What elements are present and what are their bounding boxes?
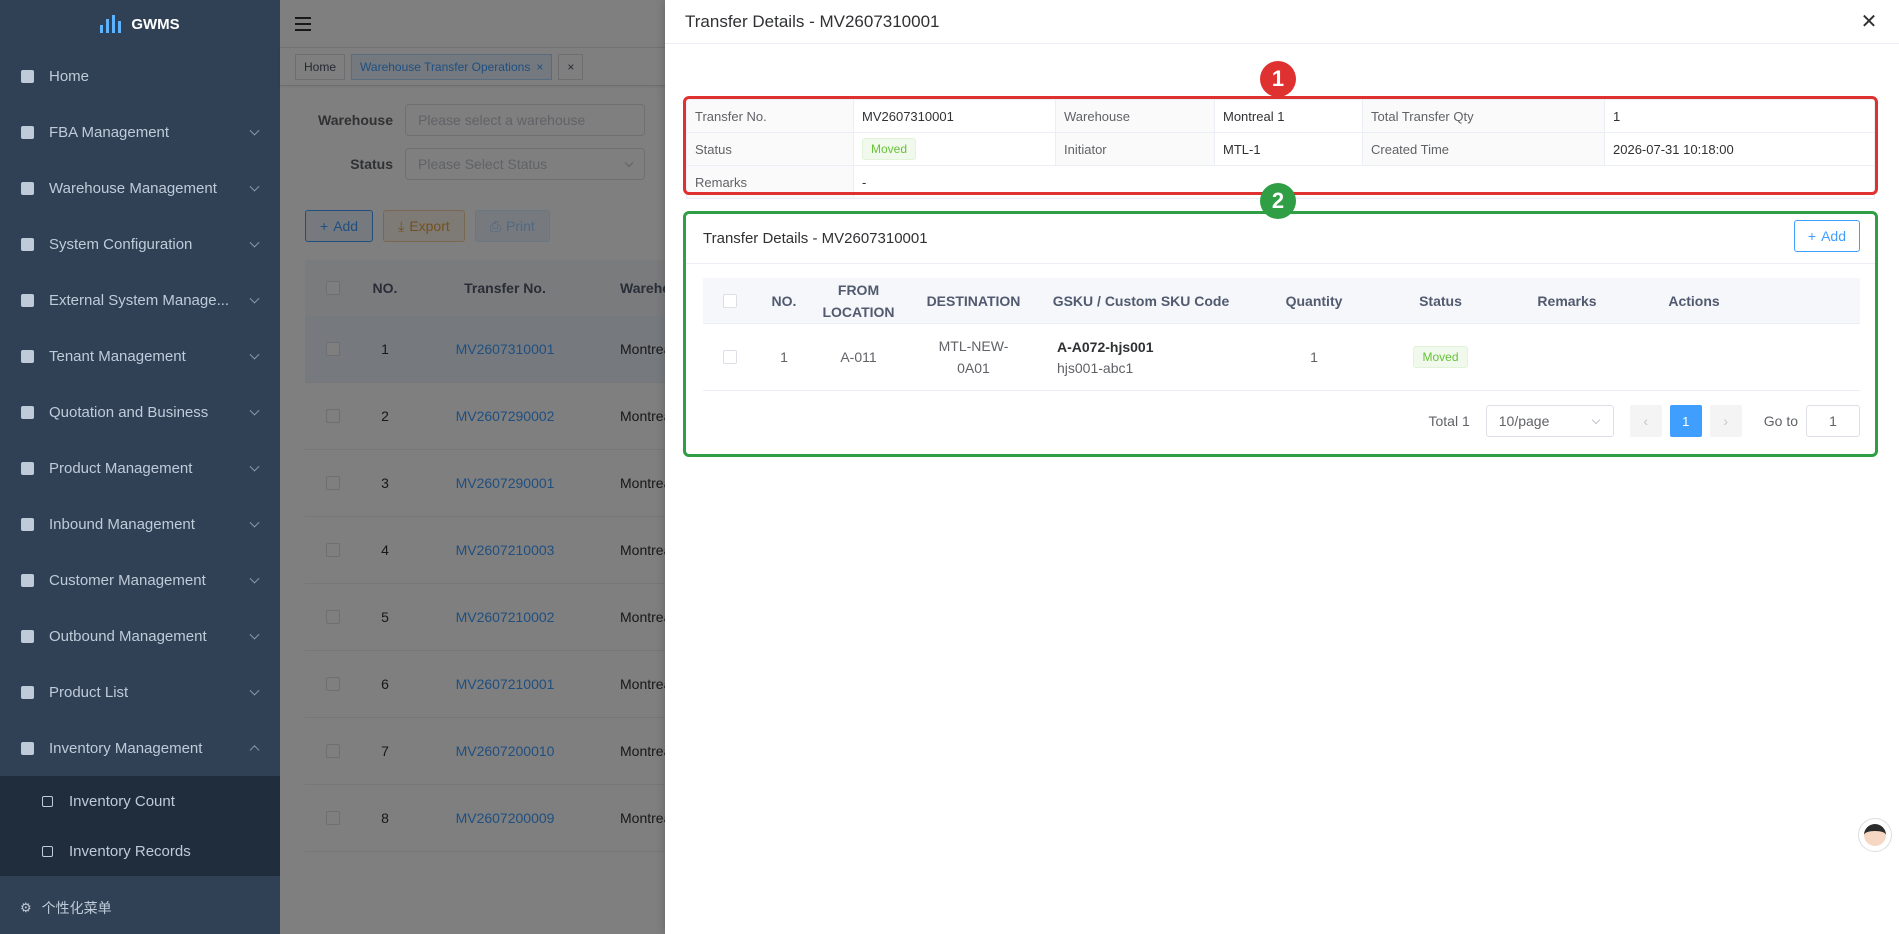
chevron-down-icon (249, 349, 260, 360)
sidebar-item-label: External System Manage... (49, 291, 230, 309)
transfer-details-drawer: Transfer Details - MV2607310001 ✕ Transf… (665, 0, 1899, 934)
sidebar-item-system-configuration[interactable]: System Configuration (0, 216, 280, 272)
sidebar-item-home[interactable]: Home (0, 48, 280, 104)
drawer-header: Transfer Details - MV2607310001 ✕ (665, 0, 1899, 44)
fba-icon (20, 125, 34, 139)
sidebar-item-label: Product List (49, 683, 129, 701)
quote-icon (20, 405, 34, 419)
inbound-icon (20, 517, 34, 531)
sidebar-footer-personalize[interactable]: ⚙ 个性化菜单 (0, 882, 280, 934)
sidebar-item-label: Quotation and Business (49, 403, 209, 421)
sidebar-item-quotation-and-business[interactable]: Quotation and Business (0, 384, 280, 440)
submenu-item-label: Inventory Count (69, 792, 175, 810)
chevron-down-icon (249, 629, 260, 640)
table-icon (20, 741, 34, 755)
inventory-submenu: Inventory Count Inventory Records (0, 776, 280, 876)
grid-icon (20, 629, 34, 643)
sidebar-item-customer-management[interactable]: Customer Management (0, 552, 280, 608)
sidebar-item-fba-management[interactable]: FBA Management (0, 104, 280, 160)
check-square-icon (40, 794, 54, 808)
sidebar-item-outbound-management[interactable]: Outbound Management (0, 608, 280, 664)
sidebar-item-label: Inbound Management (49, 515, 195, 533)
sidebar: GWMS Home FBA Management Warehouse Managem… (0, 0, 280, 934)
sidebar-item-label: Inventory Management (49, 739, 203, 757)
sidebar-item-label: System Configuration (49, 235, 193, 253)
submenu-item-inventory-count[interactable]: Inventory Count (0, 776, 280, 826)
sidebar-item-label: Tenant Management (49, 347, 186, 365)
chevron-down-icon (249, 237, 260, 248)
chevron-down-icon (249, 405, 260, 416)
sidebar-item-inventory-management[interactable]: Inventory Management (0, 720, 280, 776)
sidebar-item-external-system-manage[interactable]: External System Manage... (0, 272, 280, 328)
sidebar-item-warehouse-management[interactable]: Warehouse Management (0, 160, 280, 216)
chevron-down-icon (249, 461, 260, 472)
chevron-down-icon (249, 517, 260, 528)
assistant-avatar[interactable] (1858, 818, 1892, 852)
sidebar-item-label: FBA Management (49, 123, 170, 141)
edit-icon (40, 844, 54, 858)
logo-bars-icon (100, 15, 122, 33)
close-icon[interactable]: ✕ (1859, 12, 1879, 32)
dashboard-icon (20, 69, 34, 83)
chevron-down-icon (249, 181, 260, 192)
sidebar-item-label: Warehouse Management (49, 179, 217, 197)
annotation-badge-2: 2 (1260, 183, 1296, 219)
config-icon (20, 237, 34, 251)
sidebar-footer-label: 个性化菜单 (41, 900, 112, 916)
avatar-face-icon (1864, 824, 1886, 846)
app-logo[interactable]: GWMS (0, 0, 280, 48)
drawer-title: Transfer Details - MV2607310001 (685, 11, 940, 31)
chevron-up-icon (249, 745, 260, 756)
book-icon (20, 685, 34, 699)
sidebar-item-product-management[interactable]: Product Management (0, 440, 280, 496)
user-icon (20, 573, 34, 587)
sidebar-item-tenant-management[interactable]: Tenant Management (0, 328, 280, 384)
submenu-item-inventory-records[interactable]: Inventory Records (0, 826, 280, 876)
app-name: GWMS (131, 15, 180, 33)
chevron-down-icon (249, 685, 260, 696)
annotation-box-2 (683, 211, 1878, 457)
sidebar-menu: Home FBA Management Warehouse Management Sy… (0, 48, 280, 876)
annotation-badge-1: 1 (1260, 61, 1296, 97)
chart-icon (20, 349, 34, 363)
sidebar-item-label: Outbound Management (49, 627, 207, 645)
chevron-down-icon (249, 293, 260, 304)
submenu-item-label: Inventory Records (69, 842, 191, 860)
chevron-down-icon (249, 125, 260, 136)
cart-icon (20, 461, 34, 475)
settings-icon: ⚙ (20, 900, 32, 915)
sidebar-item-label: Customer Management (49, 571, 206, 589)
chevron-down-icon (249, 573, 260, 584)
globe-icon (20, 181, 34, 195)
sidebar-item-product-list[interactable]: Product List (0, 664, 280, 720)
grid-icon (20, 293, 34, 307)
annotation-box-1 (683, 96, 1878, 195)
sidebar-item-label: Home (49, 67, 90, 85)
sidebar-item-inbound-management[interactable]: Inbound Management (0, 496, 280, 552)
sidebar-item-label: Product Management (49, 459, 193, 477)
